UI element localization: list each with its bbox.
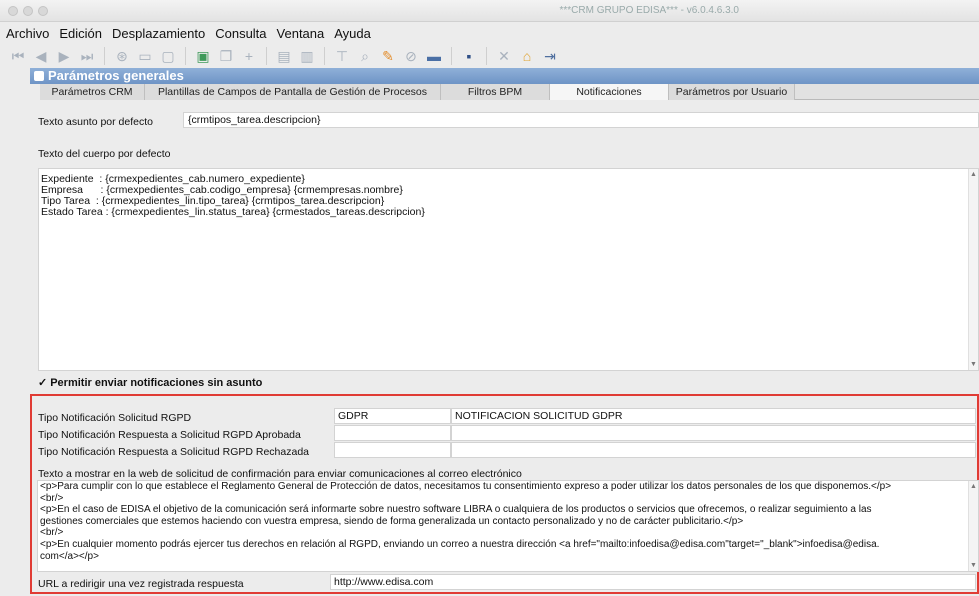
rgpd-approved-desc[interactable] bbox=[451, 425, 976, 441]
toolbar-separator bbox=[451, 47, 452, 65]
title-bar: ***CRM GRUPO EDISA*** - v6.0.4.6.3.0 bbox=[0, 0, 979, 22]
scroll-down-icon[interactable]: ▼ bbox=[970, 562, 977, 569]
menu-archivo[interactable]: Archivo bbox=[6, 26, 49, 41]
menu-consulta[interactable]: Consulta bbox=[215, 26, 266, 41]
next-record-icon[interactable]: ▶ bbox=[54, 46, 74, 66]
delete-icon[interactable]: ✕ bbox=[494, 46, 514, 66]
toolbar: ⏮ ◀ ▶ ⏭ ⊛ ▭ ▢ ▣ ❐ + ▤ ▥ ⊤ ⌕ ✎ ⊘ ▬ ▪ ✕ ⌂ … bbox=[0, 44, 979, 68]
web-text-line: <br/> bbox=[40, 527, 64, 539]
web-text-line: <p>En cualquier momento podrás ejercer t… bbox=[40, 538, 880, 550]
comments-icon[interactable]: ▬ bbox=[424, 46, 444, 66]
save-layout-icon[interactable]: ▤ bbox=[274, 46, 294, 66]
toolbar-separator bbox=[324, 47, 325, 65]
menu-bar: Archivo Edición Desplazamiento Consulta … bbox=[0, 22, 979, 44]
allow-no-subject-checkbox[interactable]: ✓ Permitir enviar notificaciones sin asun… bbox=[38, 376, 262, 389]
subject-label: Texto asunto por defecto bbox=[38, 116, 153, 128]
tab-plantillas-campos[interactable]: Plantillas de Campos de Pantalla de Gest… bbox=[145, 84, 441, 100]
last-record-icon[interactable]: ⏭ bbox=[77, 46, 97, 66]
rgpd-request-code[interactable]: GDPR bbox=[334, 408, 451, 424]
scroll-up-icon[interactable]: ▲ bbox=[970, 171, 977, 178]
exit-icon[interactable]: ⇥ bbox=[540, 46, 560, 66]
body-label: Texto del cuerpo por defecto bbox=[38, 148, 171, 160]
tab-filtros-bpm[interactable]: Filtros BPM bbox=[441, 84, 550, 100]
preview-icon[interactable]: ▢ bbox=[158, 46, 178, 66]
redirect-url-label: URL a redirigir una vez registrada respu… bbox=[38, 578, 244, 590]
rgpd-approved-label: Tipo Notificación Respuesta a Solicitud … bbox=[38, 429, 301, 441]
save-icon[interactable]: ▪ bbox=[459, 46, 479, 66]
web-text-scrollbar[interactable]: ▲ ▼ bbox=[968, 481, 978, 571]
web-text-textarea[interactable]: <p>Para cumplir con lo que establece el … bbox=[37, 480, 979, 572]
search-icon[interactable]: ⌕ bbox=[355, 46, 375, 66]
toolbar-separator bbox=[266, 47, 267, 65]
rgpd-request-label: Tipo Notificación Solicitud RGPD bbox=[38, 412, 192, 424]
menu-desplazamiento[interactable]: Desplazamiento bbox=[112, 26, 205, 41]
web-text-line: <br/> bbox=[40, 492, 64, 504]
filter-icon[interactable]: ⊤ bbox=[332, 46, 352, 66]
rgpd-rejected-label: Tipo Notificación Respuesta a Solicitud … bbox=[38, 446, 309, 458]
attach-icon[interactable]: ⊘ bbox=[401, 46, 421, 66]
rgpd-request-desc[interactable]: NOTIFICACION SOLICITUD GDPR bbox=[451, 408, 976, 424]
toolbar-separator bbox=[104, 47, 105, 65]
subject-input[interactable]: {crmtipos_tarea.descripcion} bbox=[183, 112, 979, 128]
rgpd-approved-code[interactable] bbox=[334, 425, 451, 441]
redirect-url-input[interactable]: http://www.edisa.com bbox=[330, 574, 976, 590]
scroll-down-icon[interactable]: ▼ bbox=[970, 361, 977, 368]
tab-parametros-crm[interactable]: Parámetros CRM bbox=[40, 84, 145, 100]
add-icon[interactable]: + bbox=[239, 46, 259, 66]
app-logo-icon bbox=[34, 71, 44, 81]
home-icon[interactable]: ⌂ bbox=[517, 46, 537, 66]
print-icon[interactable]: ▭ bbox=[135, 46, 155, 66]
web-text-line: <p>En el caso de EDISA el objetivo de la… bbox=[40, 504, 872, 516]
body-scrollbar[interactable]: ▲ ▼ bbox=[968, 169, 978, 370]
web-text-line: gestiones comerciales que estemos hacien… bbox=[40, 515, 744, 527]
window-header: Parámetros generales bbox=[30, 68, 979, 84]
tab-parametros-usuario[interactable]: Parámetros por Usuario bbox=[669, 84, 795, 100]
checkmark-icon: ✓ bbox=[38, 377, 48, 389]
web-text-line: <p>Para cumplir con lo que establece el … bbox=[40, 481, 892, 492]
query-icon[interactable]: ▥ bbox=[297, 46, 317, 66]
body-line: Estado Tarea : {crmexpedientes_lin.statu… bbox=[41, 206, 425, 218]
allow-no-subject-label: Permitir enviar notificaciones sin asunt… bbox=[50, 377, 263, 389]
tab-bar: Parámetros CRM Plantillas de Campos de P… bbox=[40, 84, 979, 100]
rgpd-rejected-code[interactable] bbox=[334, 442, 451, 458]
excel-export-icon[interactable]: ▣ bbox=[193, 46, 213, 66]
toolbar-separator bbox=[486, 47, 487, 65]
menu-edicion[interactable]: Edición bbox=[59, 26, 102, 41]
edit-icon[interactable]: ✎ bbox=[378, 46, 398, 66]
window-header-title: Parámetros generales bbox=[48, 68, 184, 83]
window-title: ***CRM GRUPO EDISA*** - v6.0.4.6.3.0 bbox=[559, 5, 739, 16]
toolbar-separator bbox=[185, 47, 186, 65]
body-textarea[interactable]: Expediente : {crmexpedientes_cab.numero_… bbox=[38, 168, 979, 371]
web-text-line: com</a></p> bbox=[40, 550, 99, 562]
tab-notificaciones[interactable]: Notificaciones bbox=[550, 84, 669, 100]
menu-ventana[interactable]: Ventana bbox=[277, 26, 325, 41]
menu-ayuda[interactable]: Ayuda bbox=[334, 26, 371, 41]
first-record-icon[interactable]: ⏮ bbox=[8, 46, 28, 66]
rgpd-rejected-desc[interactable] bbox=[451, 442, 976, 458]
help-icon[interactable]: ⊛ bbox=[112, 46, 132, 66]
web-text-label: Texto a mostrar en la web de solicitud d… bbox=[38, 468, 522, 480]
previous-record-icon[interactable]: ◀ bbox=[31, 46, 51, 66]
scroll-up-icon[interactable]: ▲ bbox=[970, 483, 977, 490]
copy-icon[interactable]: ❐ bbox=[216, 46, 236, 66]
